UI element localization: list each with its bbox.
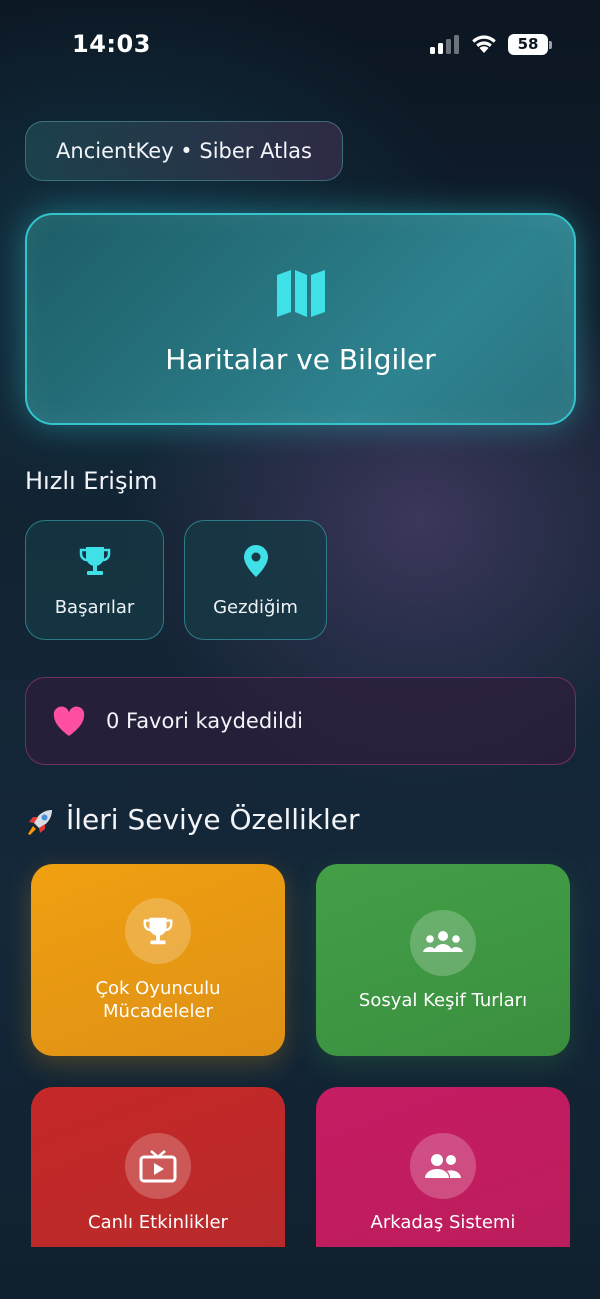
card-label-line-2: Mücadeleler <box>103 1001 213 1022</box>
advanced-features-title: İleri Seviye Özellikler <box>66 803 360 836</box>
visited-label: Gezdiğim <box>213 597 298 618</box>
status-time: 14:03 <box>72 30 151 58</box>
live-tv-icon <box>139 1150 177 1183</box>
battery-tip <box>549 41 552 49</box>
battery-icon: 58 <box>508 34 548 55</box>
favorites-banner[interactable]: 0 Favori kaydedildi <box>25 677 576 765</box>
live-events-card[interactable]: Canlı Etkinlikler <box>31 1087 285 1247</box>
friends-icon <box>425 1154 461 1178</box>
friends-system-card[interactable]: Arkadaş Sistemi <box>316 1087 570 1247</box>
card-label: Sosyal Keşif Turları <box>358 990 528 1011</box>
map-icon <box>277 270 325 317</box>
trophy-icon <box>79 547 110 575</box>
favorites-text: 0 Favori kaydedildi <box>106 709 303 733</box>
groups-icon <box>423 931 463 952</box>
friends-icon-badge <box>410 1133 476 1199</box>
trophy-icon <box>143 917 173 945</box>
app-title-chip: AncientKey • Siber Atlas <box>25 121 343 181</box>
achievements-button[interactable]: Başarılar <box>25 520 164 640</box>
quick-access-title: Hızlı Erişim <box>25 467 158 495</box>
location-pin-icon <box>243 545 268 577</box>
rocket-icon <box>28 810 52 835</box>
status-bar: 14:03 58 <box>0 0 600 90</box>
signal-icon <box>430 34 462 54</box>
card-label: Canlı Etkinlikler <box>88 1212 228 1233</box>
wifi-icon <box>472 35 496 53</box>
maps-info-button[interactable]: Haritalar ve Bilgiler <box>25 213 576 425</box>
hero-title: Haritalar ve Bilgiler <box>165 343 436 376</box>
heart-icon <box>53 706 85 736</box>
trophy-icon-badge <box>125 898 191 964</box>
card-label-line-1: Çok Oyunculu <box>95 978 221 999</box>
live-tv-icon-badge <box>125 1133 191 1199</box>
card-label: Arkadaş Sistemi <box>370 1212 516 1233</box>
achievements-label: Başarılar <box>54 597 135 618</box>
groups-icon-badge <box>410 910 476 976</box>
social-tours-card[interactable]: Sosyal Keşif Turları <box>316 864 570 1056</box>
multiplayer-challenges-card[interactable]: Çok Oyunculu Mücadeleler <box>31 864 285 1056</box>
visited-button[interactable]: Gezdiğim <box>184 520 327 640</box>
